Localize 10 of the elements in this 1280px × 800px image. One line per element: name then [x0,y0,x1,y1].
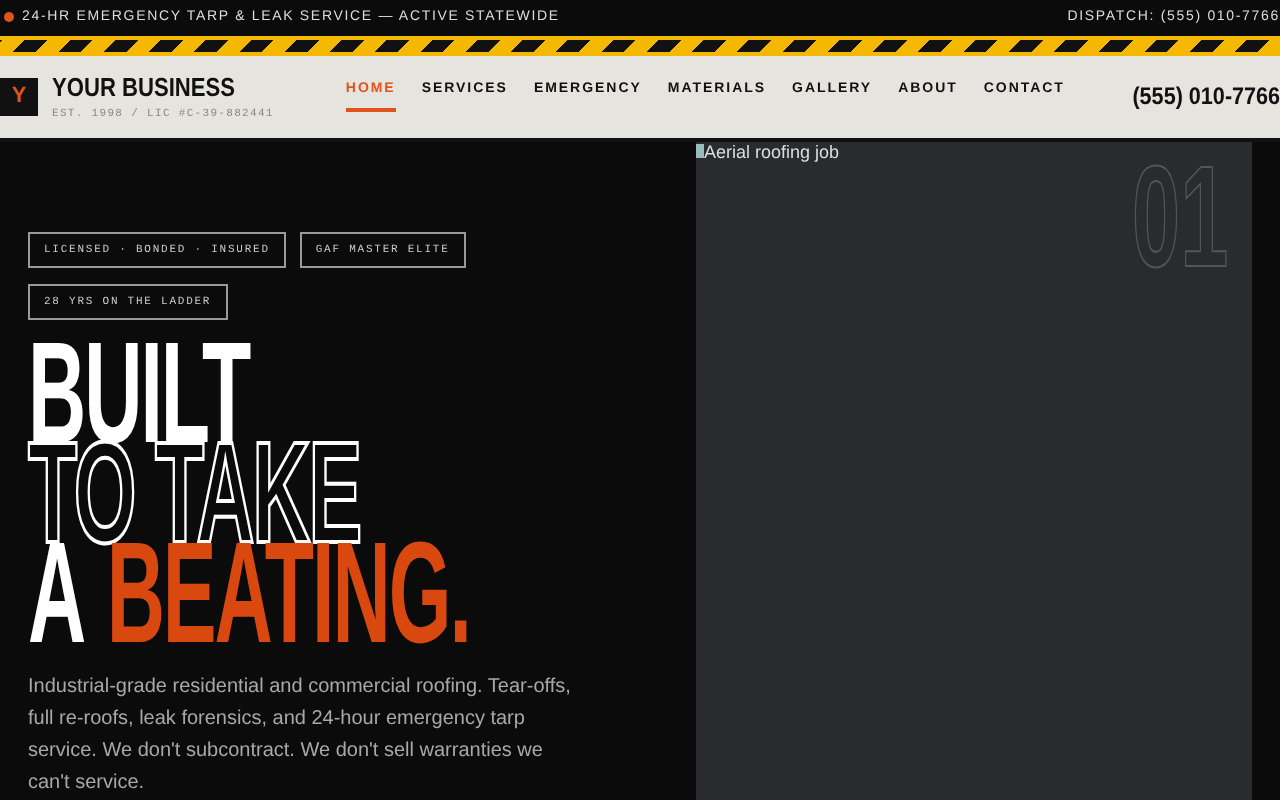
broken-image-icon [696,143,704,157]
headline-word: BEATING. [106,544,470,644]
logo-mark[interactable]: Y [0,77,38,116]
headline-word: BUILT [28,344,250,444]
business-name[interactable]: YOUR BUSINESS [52,73,241,100]
image-alt-text: Aerial roofing job [704,141,840,161]
intro-paragraph: Industrial-grade residential and commercial roofing. Tear-offs, full re-roofs, leak forensics, and 24-hour emergency tarp service. We don't subcontract. We don't sell warranties we can't service. [28,674,572,798]
phone-number[interactable]: (555) 010-7766 [1132,78,1280,115]
headline-word: TO TAKE [28,444,361,544]
headline-word: A [28,544,85,644]
